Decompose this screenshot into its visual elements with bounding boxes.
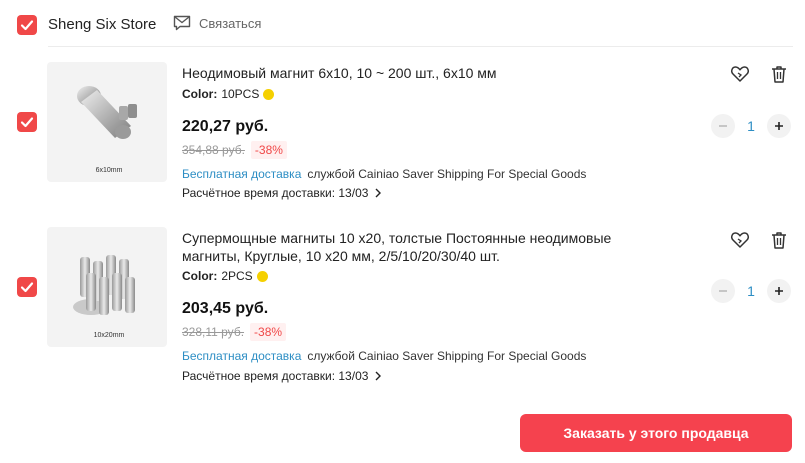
check-icon bbox=[20, 117, 34, 128]
shipping-carrier: службой Cainiao Saver Shipping For Speci… bbox=[307, 349, 587, 363]
wishlist-button[interactable] bbox=[729, 229, 751, 251]
check-icon bbox=[20, 20, 34, 31]
old-price: 328,11 руб. bbox=[182, 325, 245, 339]
quantity-increase-button[interactable] bbox=[767, 279, 791, 303]
image-caption: 6x10mm bbox=[96, 167, 123, 174]
delivery-text: Расчётное время доставки: 13/03 bbox=[182, 186, 369, 200]
product-title[interactable]: Неодимовый магнит 6x10, 10 ~ 200 шт., 6x… bbox=[182, 64, 652, 82]
delivery-estimate[interactable]: Расчётное время доставки: 13/03 bbox=[182, 186, 382, 200]
old-price: 354,88 руб. bbox=[182, 143, 245, 157]
item-select-checkbox[interactable] bbox=[17, 277, 37, 297]
plus-icon bbox=[775, 287, 783, 295]
chat-icon bbox=[173, 15, 191, 31]
variant-color[interactable]: Color: 2PCS bbox=[182, 269, 268, 283]
wishlist-icon bbox=[731, 232, 749, 248]
wishlist-button[interactable] bbox=[729, 63, 751, 85]
store-name[interactable]: Sheng Six Store bbox=[48, 16, 156, 33]
quantity-value[interactable]: 1 bbox=[741, 283, 761, 299]
color-value: 10PCS bbox=[221, 87, 260, 101]
minus-icon bbox=[719, 290, 727, 292]
discount-badge: -38% bbox=[250, 141, 287, 159]
color-swatch bbox=[263, 88, 275, 100]
free-shipping-label: Бесплатная доставка bbox=[182, 349, 302, 363]
store-select-checkbox[interactable] bbox=[17, 15, 37, 35]
color-swatch bbox=[256, 270, 268, 282]
item-select-checkbox[interactable] bbox=[17, 112, 37, 132]
quantity-increase-button[interactable] bbox=[767, 114, 791, 138]
variant-color[interactable]: Color: 10PCS bbox=[182, 87, 275, 101]
product-title[interactable]: Супермощные магниты 10 x20, толстые Пост… bbox=[182, 229, 652, 265]
old-price-row: 328,11 руб. -38% bbox=[182, 323, 287, 341]
plus-icon bbox=[775, 122, 783, 130]
free-shipping-label: Бесплатная доставка bbox=[182, 167, 302, 181]
minus-icon bbox=[719, 125, 727, 127]
shipping-info: Бесплатная доставка службой Cainiao Save… bbox=[182, 167, 586, 181]
order-from-seller-button[interactable]: Заказать у этого продавца bbox=[520, 414, 792, 452]
chevron-right-icon bbox=[375, 188, 382, 198]
delete-button[interactable] bbox=[768, 63, 790, 85]
shipping-carrier: службой Cainiao Saver Shipping For Speci… bbox=[307, 167, 587, 181]
check-icon bbox=[20, 282, 34, 293]
delivery-text: Расчётное время доставки: 13/03 bbox=[182, 369, 369, 383]
wishlist-icon bbox=[731, 66, 749, 82]
chevron-right-icon bbox=[375, 371, 382, 381]
contact-seller-link[interactable]: Связаться bbox=[173, 15, 261, 31]
trash-icon bbox=[772, 232, 786, 249]
color-value: 2PCS bbox=[221, 269, 253, 283]
price: 220,27 руб. bbox=[182, 118, 269, 135]
delivery-estimate[interactable]: Расчётное время доставки: 13/03 bbox=[182, 369, 382, 383]
divider bbox=[48, 46, 793, 47]
color-key: Color: bbox=[182, 87, 218, 101]
quantity-decrease-button[interactable] bbox=[711, 114, 735, 138]
shipping-info: Бесплатная доставка службой Cainiao Save… bbox=[182, 349, 586, 363]
quantity-decrease-button[interactable] bbox=[711, 279, 735, 303]
trash-icon bbox=[772, 66, 786, 83]
product-image[interactable]: 10x20mm bbox=[47, 227, 167, 347]
price: 203,45 руб. bbox=[182, 300, 269, 317]
old-price-row: 354,88 руб. -38% bbox=[182, 141, 287, 159]
image-caption: 10x20mm bbox=[94, 332, 125, 339]
contact-label: Связаться bbox=[199, 15, 262, 31]
color-key: Color: bbox=[182, 269, 218, 283]
store-header: Sheng Six Store Связаться bbox=[0, 0, 805, 48]
discount-badge: -38% bbox=[250, 323, 287, 341]
delete-button[interactable] bbox=[768, 229, 790, 251]
quantity-value[interactable]: 1 bbox=[741, 118, 761, 134]
product-image[interactable]: 6x10mm bbox=[47, 62, 167, 182]
